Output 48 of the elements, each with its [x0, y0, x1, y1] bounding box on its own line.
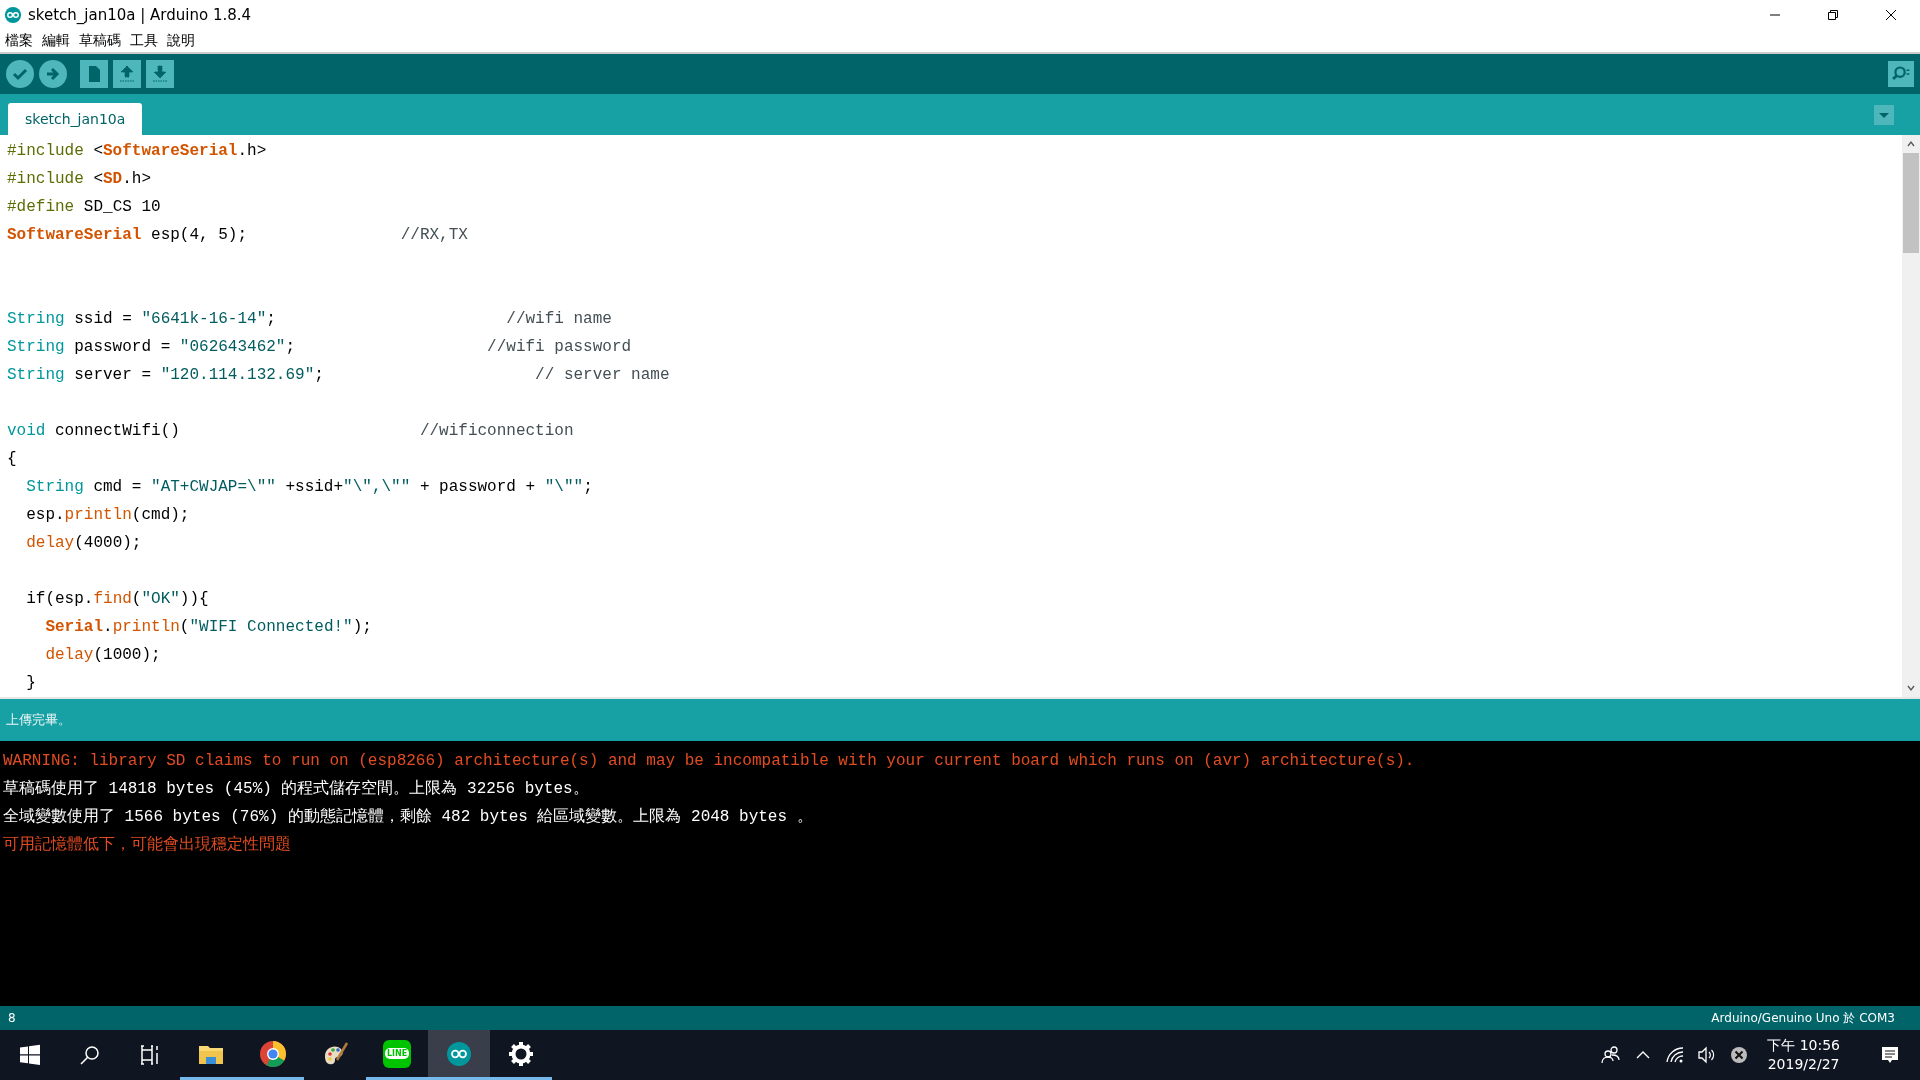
- menu-item[interactable]: 工具: [130, 31, 158, 50]
- verify-check-icon[interactable]: [6, 60, 34, 89]
- console-line: WARNING: library SD claims to run on (esp8266) architecture(s) and may be incompatible with your current board which runs on (avr) architecture(s).: [2, 750, 1416, 772]
- code-line: String password = "062643462"; //wifi password: [7, 337, 633, 359]
- code-line: String ssid = "6641k-16-14"; //wifi name: [7, 309, 613, 331]
- code-line: }: [25, 673, 37, 695]
- x-circle-icon[interactable]: [1729, 1045, 1750, 1065]
- menu-item[interactable]: 草稿碼: [79, 31, 121, 50]
- console-line: 全域變數使用了 1566 bytes (76%) 的動態記憶體，剩餘 482 bytes 給區域變數。上限為 2048 bytes 。: [2, 806, 814, 828]
- window-title: sketch_jan10a | Arduino 1.8.4: [28, 6, 252, 24]
- code-line: SoftwareSerial esp(4, 5); //RX,TX: [7, 225, 469, 247]
- new-file-icon[interactable]: [80, 60, 108, 89]
- clock-date[interactable]: 2019/2/27: [1767, 1055, 1840, 1074]
- wifi-icon[interactable]: [1665, 1045, 1686, 1065]
- code-line: if(esp.find("OK")){: [25, 589, 210, 611]
- code-line: void connectWifi() //wificonnection: [7, 421, 575, 443]
- taskbar-app-button[interactable]: [428, 1030, 490, 1080]
- browser-circle-icon: [259, 1039, 287, 1068]
- menu-item[interactable]: 說明: [167, 31, 195, 50]
- console-line: 草稿碼使用了 14818 bytes (45%) 的程式儲存空間。上限為 32256 bytes。: [2, 778, 590, 800]
- menu-item[interactable]: 編輯: [42, 31, 70, 50]
- board-port-label: Arduino/Genuino Uno 於 COM3: [1711, 1009, 1895, 1027]
- code-line: String server = "120.114.132.69"; // server name: [7, 365, 671, 387]
- notification-icon[interactable]: [1880, 1045, 1900, 1065]
- serial-monitor-search-icon[interactable]: [1888, 61, 1914, 88]
- code-line: #define SD_CS 10: [7, 197, 162, 219]
- people-icon[interactable]: [1601, 1045, 1622, 1065]
- app-logo-icon: [4, 6, 22, 24]
- chat-app-icon: LINE: [383, 1039, 411, 1068]
- code-line: delay(4000);: [25, 533, 143, 555]
- infinity-logo-icon: [445, 1039, 473, 1068]
- code-line: {: [7, 449, 18, 471]
- code-line: delay(1000);: [44, 645, 162, 667]
- vertical-scrollbar[interactable]: [1902, 135, 1920, 698]
- clock-time[interactable]: 下午 10:56: [1767, 1036, 1840, 1055]
- status-message: 上傳完畢。: [6, 710, 71, 729]
- scrollbar-thumb[interactable]: [1903, 153, 1919, 254]
- code-line: #include <SoftwareSerial.h>: [7, 141, 268, 163]
- line-number: 8: [8, 1011, 16, 1026]
- file-tab[interactable]: sketch_jan10a: [8, 103, 143, 136]
- tab-menu-caret-icon[interactable]: [1874, 105, 1894, 126]
- code-line: Serial.println("WIFI Connected!");: [44, 617, 373, 639]
- gear-icon: [507, 1039, 535, 1068]
- code-line: esp.println(cmd);: [25, 505, 191, 527]
- console-line: 可用記憶體低下，可能會出現穩定性問題: [2, 834, 292, 856]
- code-line: String cmd = "AT+CWJAP=\"" +ssid+"\",\"" + password + "\"";: [25, 477, 594, 499]
- menu-item[interactable]: 檔案: [5, 31, 33, 50]
- code-line: #include <SD.h>: [7, 169, 153, 191]
